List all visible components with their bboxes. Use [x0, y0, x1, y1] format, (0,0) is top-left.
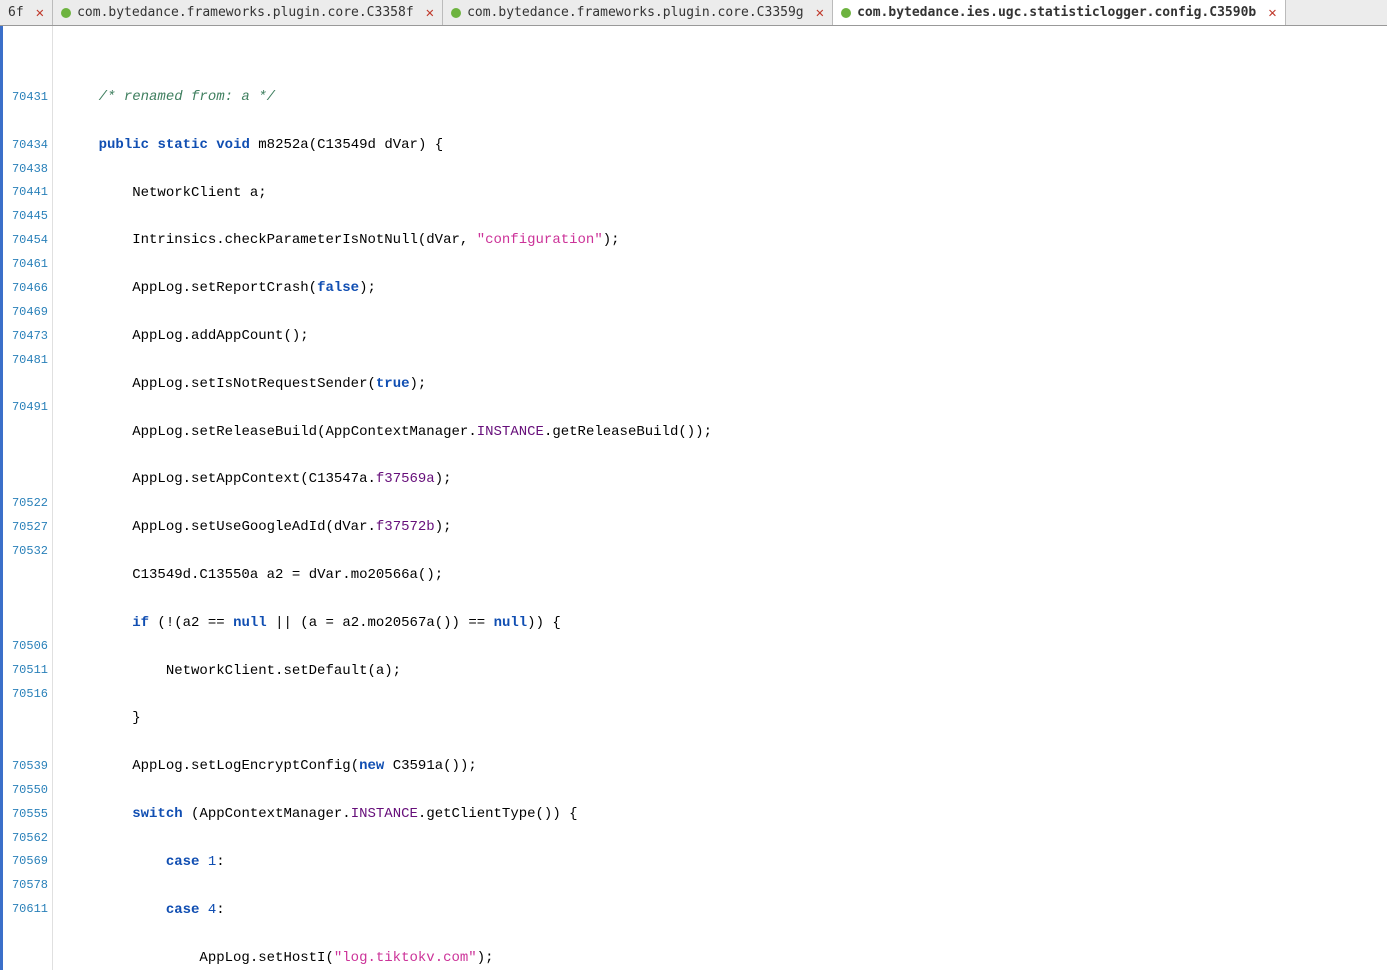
line-number: 70506	[3, 635, 48, 659]
close-icon[interactable]: ✕	[1268, 5, 1276, 21]
line-number: 70491	[3, 396, 48, 420]
line-number-gutter: -70431-704347043870441704457045470461704…	[3, 26, 53, 970]
line-number: 70562	[3, 827, 48, 851]
line-number: 70569	[3, 850, 48, 874]
tab-bar: 6f ✕ com.bytedance.frameworks.plugin.cor…	[0, 0, 1387, 26]
code-area[interactable]: /* renamed from: a */ public static void…	[53, 26, 1387, 970]
tab-c3358f[interactable]: com.bytedance.frameworks.plugin.core.C33…	[53, 0, 443, 25]
class-icon	[841, 8, 851, 18]
line-number: 70532	[3, 540, 48, 564]
line-number: 70461	[3, 253, 48, 277]
class-icon	[61, 8, 71, 18]
line-number: 70522	[3, 492, 48, 516]
class-icon	[451, 8, 461, 18]
tab-partial[interactable]: 6f ✕	[0, 0, 53, 25]
tab-label: com.bytedance.frameworks.plugin.core.C33…	[77, 5, 414, 20]
line-number: 70527	[3, 516, 48, 540]
tab-c3359g[interactable]: com.bytedance.frameworks.plugin.core.C33…	[443, 0, 833, 25]
line-number: 70511	[3, 659, 48, 683]
line-number: 70438	[3, 158, 48, 182]
line-number: 70466	[3, 277, 48, 301]
close-icon[interactable]: ✕	[36, 5, 44, 21]
line-number: 70578	[3, 874, 48, 898]
line-number: 70434	[3, 134, 48, 158]
line-number: 70555	[3, 803, 48, 827]
line-number: 70431	[3, 86, 48, 110]
tab-label: 6f	[8, 5, 24, 20]
line-number: 70539	[3, 755, 48, 779]
line-number: 70454	[3, 229, 48, 253]
line-number: 70481	[3, 349, 48, 373]
line-number: 70516	[3, 683, 48, 707]
line-number: 70611	[3, 898, 48, 922]
line-number: 70473	[3, 325, 48, 349]
close-icon[interactable]: ✕	[426, 5, 434, 21]
line-number: 70550	[3, 779, 48, 803]
tab-label: com.bytedance.ies.ugc.statisticlogger.co…	[857, 5, 1256, 20]
close-icon[interactable]: ✕	[816, 5, 824, 21]
tab-label: com.bytedance.frameworks.plugin.core.C33…	[467, 5, 804, 20]
line-number: 70445	[3, 205, 48, 229]
editor: -70431-704347043870441704457045470461704…	[0, 26, 1387, 970]
line-number: 70441	[3, 181, 48, 205]
tab-c3590b[interactable]: com.bytedance.ies.ugc.statisticlogger.co…	[833, 0, 1286, 25]
line-number: 70469	[3, 301, 48, 325]
